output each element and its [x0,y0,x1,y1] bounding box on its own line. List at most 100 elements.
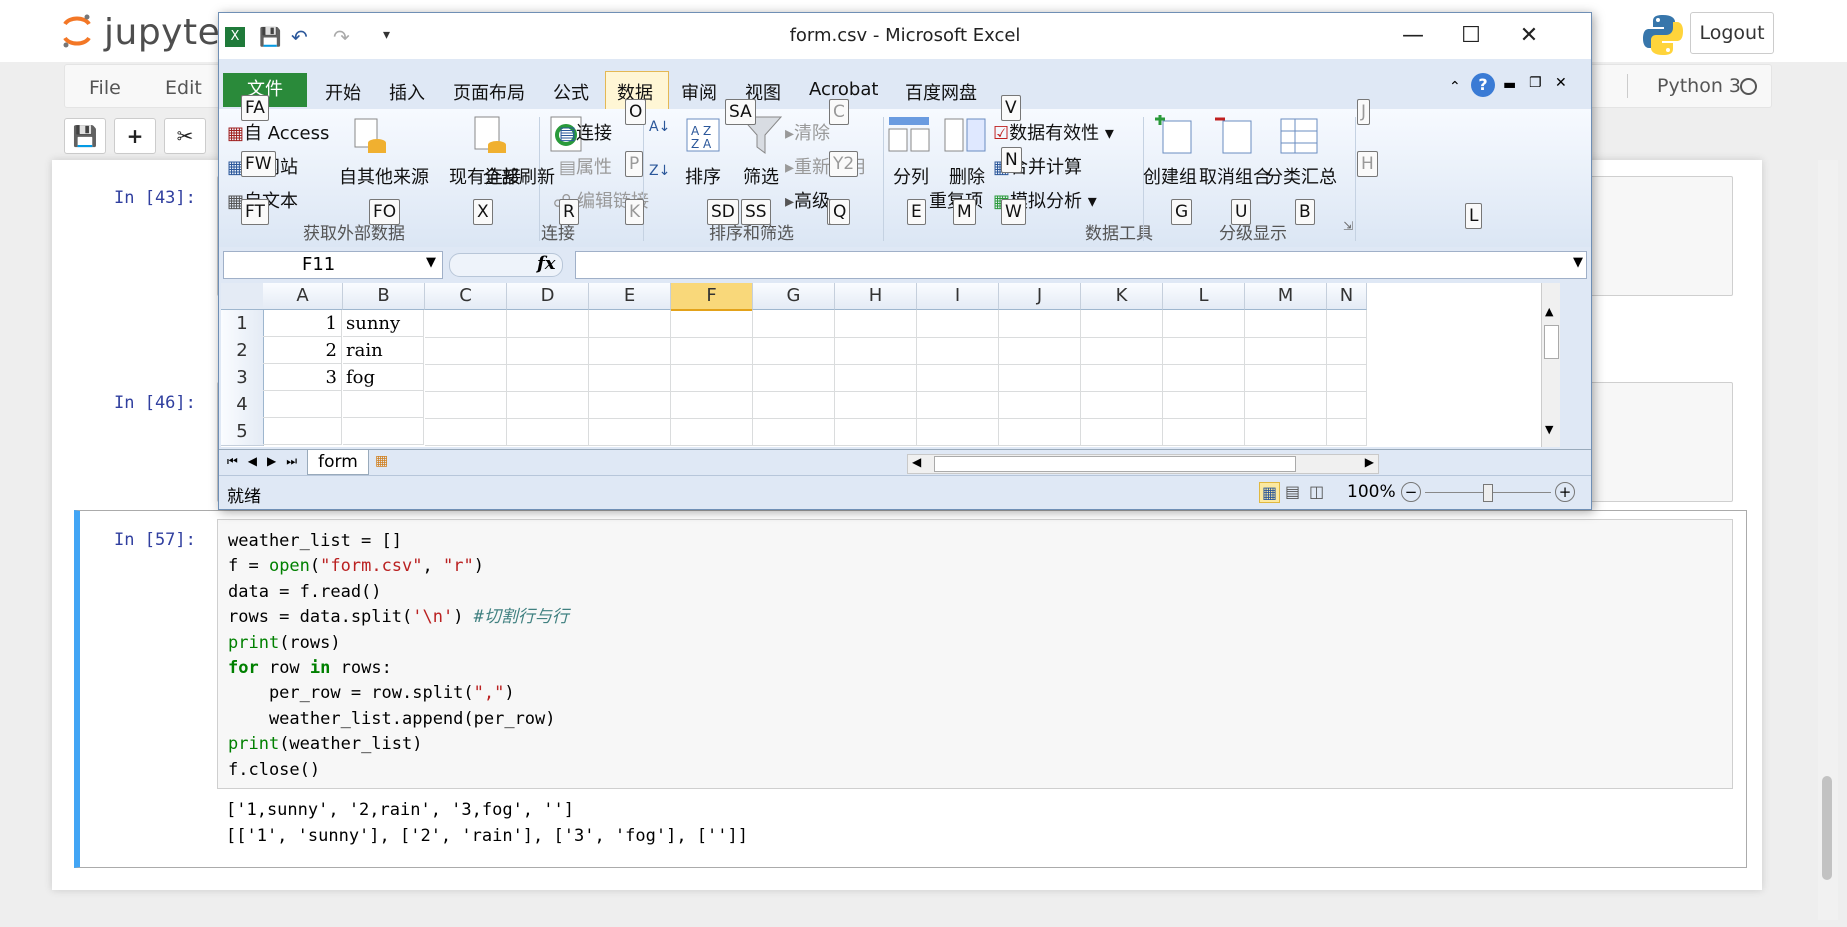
group-button[interactable]: 创建组 [1143,163,1197,189]
cell[interactable] [1163,337,1245,365]
data-validation-button[interactable]: ☑数据有效性 ▾ [993,119,1114,145]
cell[interactable] [917,337,999,365]
scroll-down-icon[interactable]: ▼ [1545,423,1553,436]
column-header-e[interactable]: E [589,283,671,310]
refresh-all-button[interactable]: 全部刷新 [483,163,555,189]
insert-cell-button[interactable]: + [114,118,156,154]
ungroup-button[interactable]: 取消组合 [1199,163,1271,189]
cut-cell-button[interactable]: ✂ [164,118,206,154]
name-box[interactable]: F11 ▼ [223,251,443,279]
cell[interactable] [999,337,1081,365]
column-header-a[interactable]: A [263,283,343,310]
cell[interactable] [671,364,753,392]
cell[interactable] [917,418,999,446]
minimize-button[interactable]: — [1393,21,1433,51]
cell[interactable] [1245,337,1327,365]
cell[interactable] [263,391,342,418]
cell[interactable] [753,310,835,338]
cell[interactable] [671,391,753,419]
scroll-left-icon[interactable]: ◀ [912,455,921,469]
formula-input[interactable] [575,251,1587,279]
menu-file[interactable]: File [89,77,121,99]
sort-desc-icon[interactable]: Z↓ [649,163,670,179]
cell[interactable] [1081,364,1163,392]
cell[interactable] [1081,310,1163,338]
cell-57-code-editor[interactable]: weather_list = [] f = open("form.csv", "… [217,519,1733,789]
column-header-i[interactable]: I [917,283,999,310]
sheet-tab-form[interactable]: form [307,450,369,475]
cell[interactable] [1245,391,1327,419]
cell[interactable] [671,310,753,338]
cell[interactable] [425,391,507,419]
cell[interactable]: 3 [263,364,342,391]
sort-button[interactable]: 排序 [685,163,721,189]
column-header-d[interactable]: D [507,283,589,310]
tab-baidu[interactable]: 百度网盘 [905,79,977,105]
zoom-level[interactable]: 100% [1347,482,1396,502]
cell[interactable]: 1 [263,310,342,337]
tab-review[interactable]: 审阅 [681,79,717,105]
column-header-g[interactable]: G [753,283,835,310]
column-header-c[interactable]: C [425,283,507,310]
cell[interactable] [507,418,589,446]
horizontal-scrollbar[interactable]: ◀ ▶ [907,454,1379,474]
help-icon[interactable]: ? [1471,73,1495,97]
logout-button[interactable]: Logout [1690,12,1774,54]
menu-edit[interactable]: Edit [165,77,202,99]
tab-acrobat[interactable]: Acrobat [809,79,878,100]
normal-view-icon[interactable]: ▦ [1259,482,1281,503]
cell[interactable] [343,391,424,418]
sort-asc-icon[interactable]: A↓ [649,119,670,135]
cell[interactable] [999,310,1081,338]
from-access-button[interactable]: ▦自 Access [227,119,329,145]
subtotal-button[interactable]: 分类汇总 [1265,163,1337,189]
cell[interactable] [425,337,507,365]
column-header-k[interactable]: K [1081,283,1163,310]
cell[interactable] [1327,364,1367,392]
zoom-slider-thumb[interactable] [1483,484,1493,502]
cell[interactable] [507,337,589,365]
row-header[interactable]: 5 [221,418,264,446]
cell[interactable] [589,418,671,446]
cell[interactable]: rain [343,337,424,364]
zoom-in-icon[interactable]: + [1555,482,1575,502]
from-other-sources-button[interactable]: 自其他来源 [339,163,429,189]
cell[interactable] [1245,364,1327,392]
cell[interactable] [753,364,835,392]
column-header-n[interactable]: N [1327,283,1367,310]
formula-bar-expand-icon[interactable]: ▼ [1573,255,1583,270]
connections-button[interactable]: ▤连接 [559,119,612,145]
row-header[interactable]: 4 [221,391,264,419]
clear-filter-button[interactable]: ▸清除 [785,119,830,145]
cell[interactable] [1327,310,1367,338]
cell[interactable] [753,418,835,446]
cell[interactable] [753,337,835,365]
cell[interactable] [917,364,999,392]
save-button[interactable]: 💾 [64,118,106,154]
worksheet-grid[interactable]: ABCDEFGHIJKLMN 1 1 sunny 2 2 rain 3 3 fog 4 5 ▲ ▼ [221,283,1560,447]
insert-function-icon[interactable]: fx [537,253,555,274]
page-layout-view-icon[interactable]: ▤ [1285,482,1300,501]
cell[interactable]: 2 [263,337,342,364]
page-scrollbar-thumb[interactable] [1822,776,1832,880]
cell[interactable] [671,418,753,446]
insert-sheet-icon[interactable]: ▦ [375,453,388,469]
cell[interactable] [1081,337,1163,365]
cell[interactable] [1327,391,1367,419]
name-box-dropdown-icon[interactable]: ▼ [426,255,436,270]
cell[interactable] [999,391,1081,419]
properties-button[interactable]: ▤属性 [559,153,612,179]
cell[interactable] [1163,310,1245,338]
cell[interactable] [425,364,507,392]
advanced-filter-button[interactable]: ▸高级 [785,187,830,213]
cell[interactable] [1081,391,1163,419]
cell[interactable] [1245,310,1327,338]
zoom-out-icon[interactable]: − [1401,482,1421,502]
column-header-b[interactable]: B [343,283,425,310]
cell[interactable] [753,391,835,419]
cell[interactable] [425,418,507,446]
cell[interactable] [507,310,589,338]
dialog-launcher-icon[interactable]: ⇲ [1343,219,1353,233]
cell[interactable] [1163,364,1245,392]
cell[interactable] [263,418,342,445]
